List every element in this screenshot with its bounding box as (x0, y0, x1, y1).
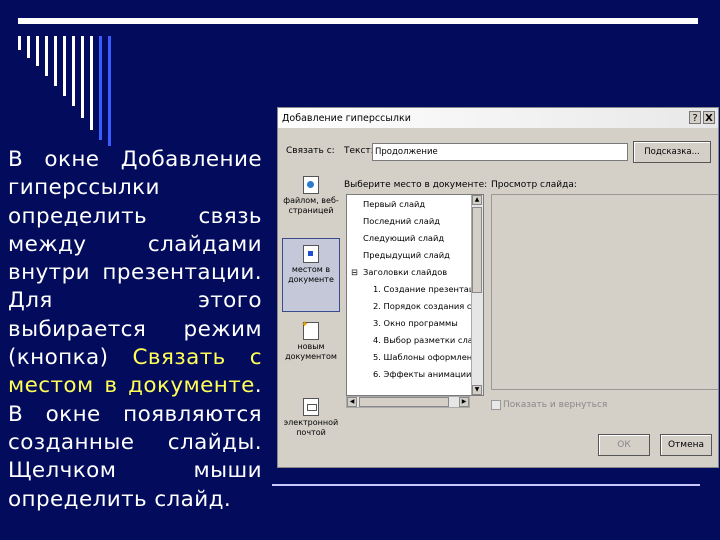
nav-place-in-document[interactable]: местом в документе (282, 238, 340, 312)
preview-label: Просмотр слайда: (491, 180, 577, 190)
text-label: Текст: (344, 146, 374, 156)
tree-item[interactable]: Последний слайд (363, 216, 440, 226)
tree-expander-icon[interactable]: ⊟ (351, 267, 358, 277)
decorative-bars (18, 36, 128, 146)
display-text-input[interactable]: Продолжение (372, 143, 628, 161)
scroll-right-icon[interactable]: ▶ (459, 397, 469, 407)
close-button[interactable]: X (703, 111, 715, 124)
email-icon (303, 398, 319, 416)
bottom-rule-line (272, 484, 700, 486)
tree-item[interactable]: 4. Выбор разметки слайда (373, 335, 483, 345)
top-rule-line (18, 18, 698, 24)
nav-email-label: электронной почтой (283, 418, 339, 437)
insert-hyperlink-dialog: Добавление гиперссылки ? X Связать с: Те… (277, 107, 719, 468)
tree-item[interactable]: Заголовки слайдов (363, 267, 447, 277)
tree-item[interactable]: 3. Окно программы (373, 318, 458, 328)
tree-item[interactable]: 1. Создание презентации (373, 284, 483, 294)
tree-horizontal-scrollbar[interactable]: ◀ ▶ (346, 396, 470, 408)
scroll-thumb[interactable] (472, 207, 482, 293)
nav-email[interactable]: электронной почтой (282, 398, 340, 448)
nav-place-in-document-label: местом в документе (288, 265, 334, 284)
nav-web-page[interactable]: файлом, веб-страницей (282, 176, 340, 234)
slide-preview-pane (491, 194, 718, 390)
tree-item[interactable]: Предыдущий слайд (363, 250, 450, 260)
scroll-left-icon[interactable]: ◀ (347, 397, 357, 407)
tree-item[interactable]: 6. Эффекты анимации (373, 369, 471, 379)
tree-item[interactable]: Следующий слайд (363, 233, 444, 243)
tree-item[interactable]: Первый слайд (363, 199, 425, 209)
dialog-titlebar: Добавление гиперссылки ? X (278, 108, 718, 128)
select-place-label: Выберите место в документе: (344, 180, 488, 190)
web-page-icon (303, 176, 319, 194)
scroll-up-icon[interactable]: ▲ (472, 195, 482, 205)
slide-body-text: В окне Добавление гиперссылки определить… (8, 146, 262, 514)
tree-vertical-scrollbar[interactable]: ▲ ▼ (471, 195, 483, 395)
new-document-icon: ✦ (301, 320, 319, 340)
show-and-return-label: Показать и вернуться (503, 400, 608, 410)
screen-tip-button[interactable]: Подсказка... (633, 141, 711, 163)
hscroll-thumb[interactable] (359, 397, 449, 407)
nav-web-page-label: файлом, веб-страницей (283, 196, 339, 215)
slide-text-part1: В окне Добавление гиперссылки определить… (8, 147, 262, 371)
help-button[interactable]: ? (689, 111, 701, 124)
tree-item[interactable]: 5. Шаблоны оформления (373, 352, 483, 362)
nav-new-document[interactable]: ✦ новым документом (282, 320, 340, 382)
link-to-label: Связать с: (286, 146, 335, 156)
tree-item[interactable]: 2. Порядок создания слайд (373, 301, 483, 311)
dialog-title: Добавление гиперссылки (282, 113, 411, 124)
show-and-return-checkbox[interactable] (491, 400, 501, 410)
ok-button[interactable]: ОК (598, 434, 650, 456)
document-place-icon (303, 245, 319, 263)
scroll-down-icon[interactable]: ▼ (472, 385, 482, 395)
cancel-button[interactable]: Отмена (660, 434, 712, 456)
nav-new-document-label: новым документом (285, 342, 337, 361)
document-place-tree[interactable]: Первый слайд Последний слайд Следующий с… (346, 194, 484, 396)
